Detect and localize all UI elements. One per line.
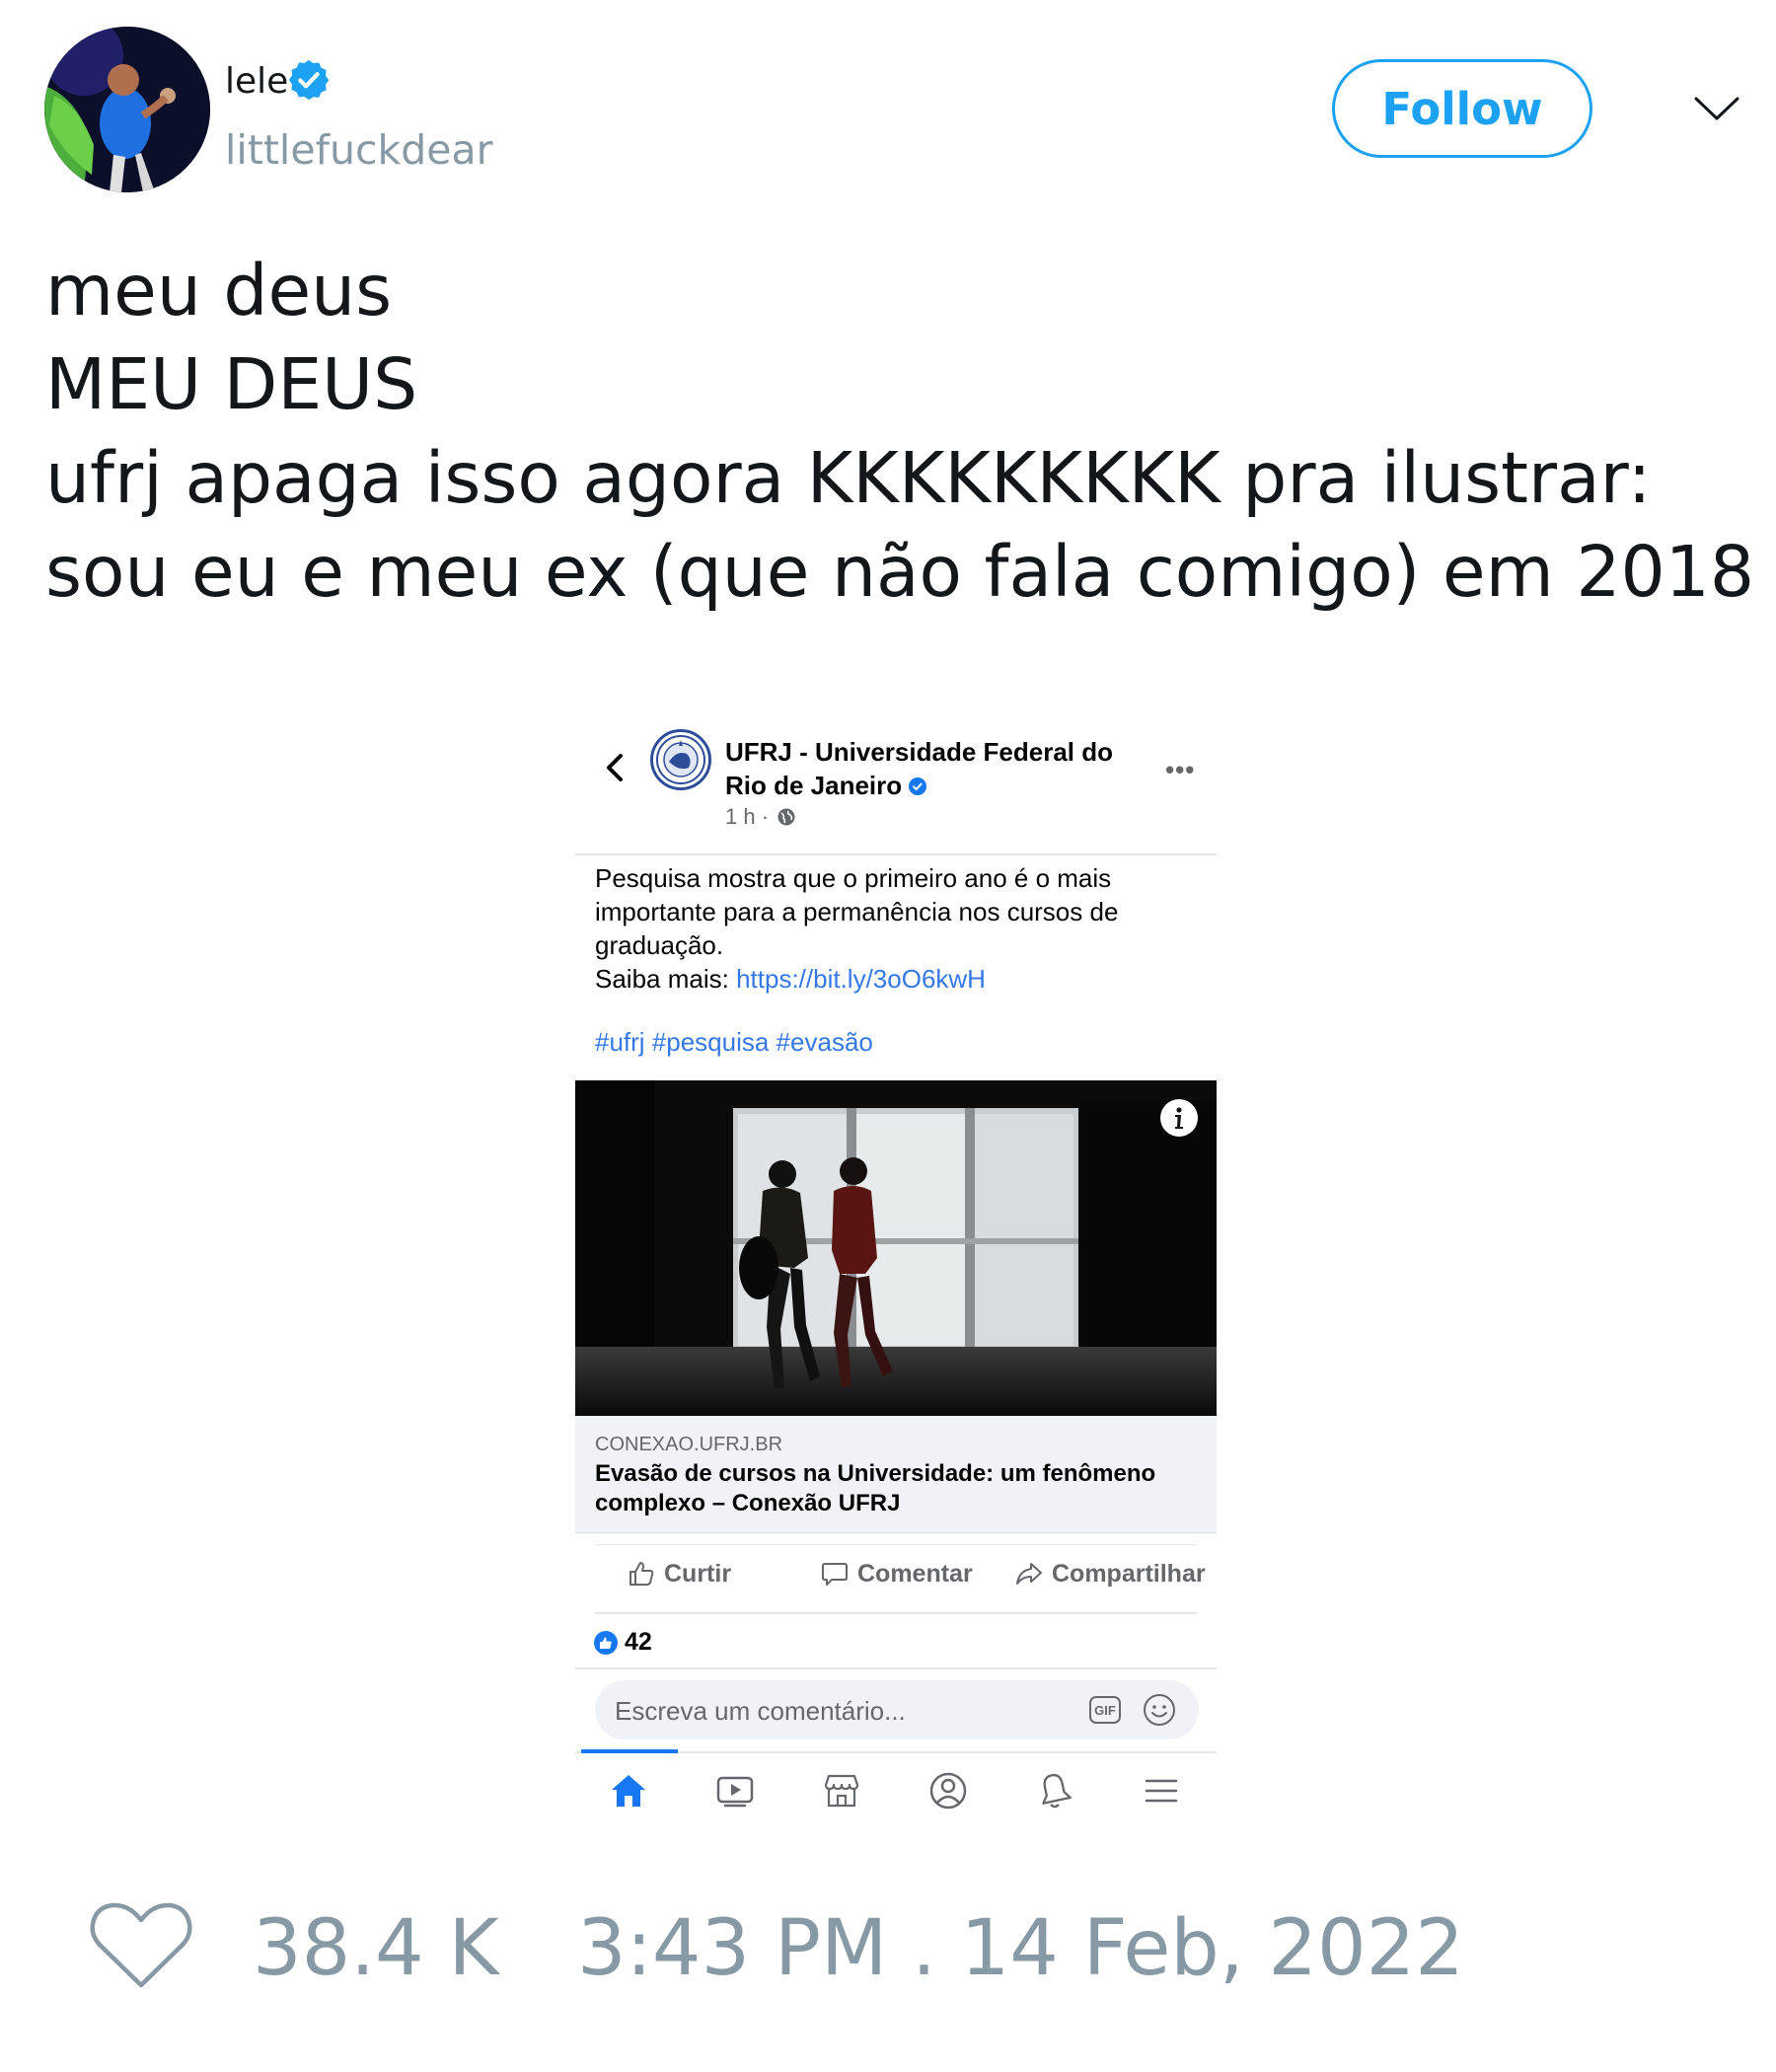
link-domain: CONEXAO.UFRJ.BR — [595, 1434, 783, 1455]
heart-icon[interactable] — [89, 1900, 193, 1991]
fb-post-time: 1 h · — [725, 804, 770, 829]
share-button[interactable]: Compartilhar — [1014, 1559, 1206, 1589]
comment-label: Comentar — [857, 1559, 973, 1588]
ufrj-logo — [650, 729, 711, 790]
fb-post-photo[interactable] — [575, 1080, 1217, 1416]
share-arrow-icon — [1016, 1563, 1042, 1585]
tweet-line: meu deus — [45, 250, 393, 332]
avatar[interactable] — [44, 27, 210, 192]
embedded-screenshot[interactable]: UFRJ - Universidade Federal do Rio de Ja… — [575, 715, 1217, 1850]
divider — [575, 1667, 1217, 1669]
fb-page-name-line: UFRJ - Universidade Federal do — [725, 737, 1113, 767]
fb-page-name[interactable]: UFRJ - Universidade Federal do Rio de Ja… — [725, 735, 1159, 802]
tweet-timestamp[interactable]: 3:43 PM . 14 Feb, 2022 — [577, 1904, 1464, 1993]
active-tab-indicator — [581, 1749, 678, 1753]
verified-badge-icon — [288, 59, 330, 101]
like-reaction-icon — [594, 1630, 618, 1655]
menu-icon[interactable] — [1140, 1769, 1183, 1813]
like-button[interactable]: Curtir — [627, 1559, 731, 1589]
fb-action-bar: Curtir Comentar Compartilhar — [595, 1544, 1206, 1614]
notifications-bell-icon[interactable] — [1033, 1769, 1076, 1813]
avatar-photo — [44, 27, 210, 192]
reaction-count: 42 — [625, 1628, 652, 1656]
info-icon[interactable] — [1159, 1098, 1199, 1138]
video-icon[interactable] — [713, 1769, 757, 1813]
like-label: Curtir — [664, 1559, 732, 1588]
gif-label: GIF — [1094, 1703, 1116, 1718]
photo-two-students-walking — [575, 1080, 1217, 1416]
chevron-down-icon[interactable] — [1692, 91, 1741, 124]
globe-icon — [777, 808, 795, 826]
reaction-summary[interactable]: 42 — [593, 1628, 652, 1657]
tweet-line: sou eu e meu ex (que não fala comigo) em… — [45, 531, 1755, 613]
fb-page-name-text: Rio de Janeiro — [725, 771, 903, 800]
back-arrow-icon — [607, 754, 623, 781]
tweet-line: ufrj apaga isso agora KKKKKKKKK pra ilus… — [45, 437, 1652, 519]
comment-bubble-icon — [822, 1563, 848, 1586]
fb-post-body: Pesquisa mostra que o primeiro ano é o m… — [595, 861, 1187, 996]
fb-body-line: graduação. — [595, 930, 724, 960]
fb-verified-icon — [909, 777, 927, 795]
comment-placeholder: Escreva um comentário... — [615, 1696, 906, 1726]
link-title: Evasão de cursos na Universidade: um fen… — [595, 1460, 1156, 1517]
fb-post-meta: 1 h · — [725, 804, 796, 830]
like-count: 38.4 K — [253, 1904, 499, 1993]
divider — [575, 853, 1217, 855]
more-options-icon[interactable]: ••• — [1165, 755, 1195, 785]
fb-hashtags[interactable]: #ufrj #pesquisa #evasão — [595, 1027, 873, 1058]
follow-button[interactable]: Follow — [1332, 59, 1592, 158]
comment-input[interactable]: Escreva um comentário... GIF — [595, 1680, 1199, 1739]
thumbs-up-icon — [629, 1562, 654, 1586]
fb-post-link[interactable]: https://bit.ly/3oO6kwH — [736, 964, 986, 994]
fb-body-line: Pesquisa mostra que o primeiro ano é o m… — [595, 863, 1112, 893]
saiba-mais-label: Saiba mais: — [595, 964, 737, 994]
profile-icon[interactable] — [926, 1769, 970, 1813]
emoji-icon[interactable] — [1142, 1692, 1177, 1728]
tweet-text: meu deus MEU DEUS ufrj apaga isso agora … — [45, 244, 1754, 619]
tweet-line: MEU DEUS — [45, 343, 418, 425]
comment-button[interactable]: Comentar — [820, 1559, 973, 1589]
display-name[interactable]: lele — [225, 61, 288, 102]
home-icon[interactable] — [607, 1769, 650, 1813]
user-handle[interactable]: littlefuckdear — [225, 126, 493, 174]
fb-body-line: importante para a permanência nos cursos… — [595, 897, 1119, 926]
fb-page-name-line: Rio de Janeiro — [725, 769, 1159, 802]
share-label: Compartilhar — [1052, 1559, 1206, 1588]
fb-body-line: Saiba mais: https://bit.ly/3oO6kwH — [595, 962, 1187, 996]
marketplace-icon[interactable] — [820, 1769, 863, 1813]
gif-icon[interactable]: GIF — [1088, 1694, 1122, 1726]
fb-link-preview[interactable]: CONEXAO.UFRJ.BR Evasão de cursos na Univ… — [575, 1416, 1217, 1533]
